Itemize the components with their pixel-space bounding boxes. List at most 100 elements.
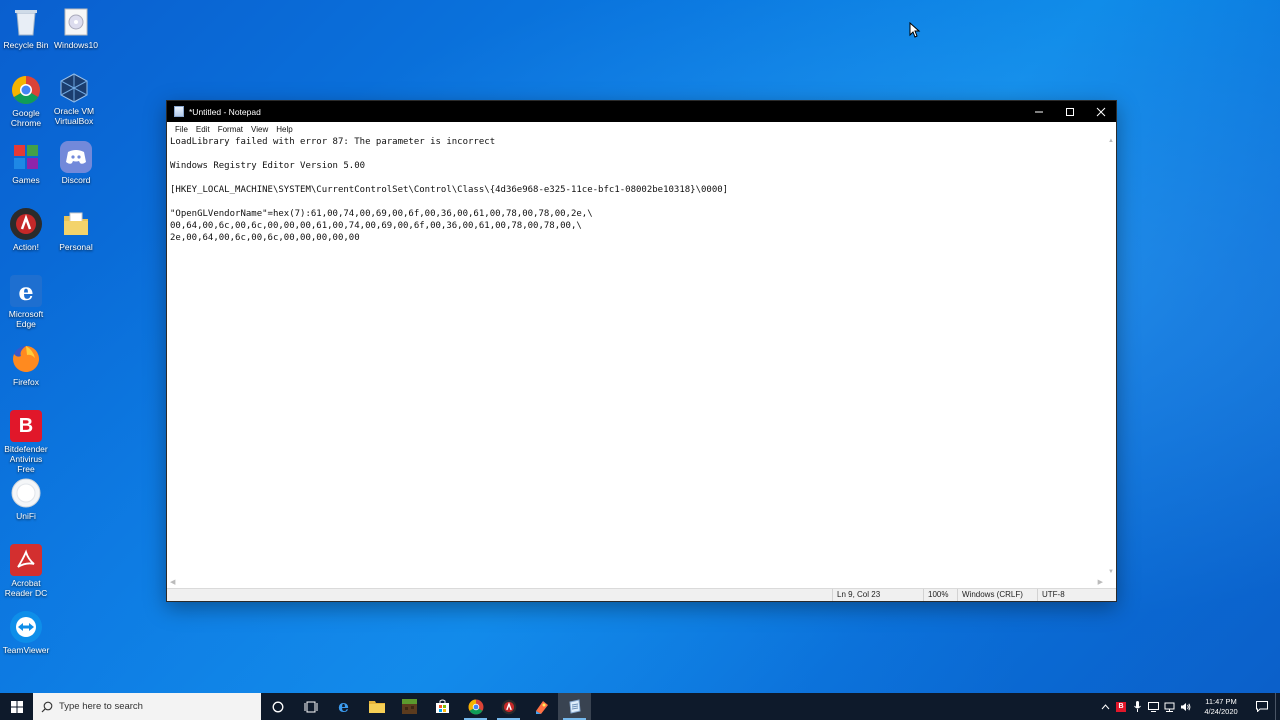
desktop-icon-label: Firefox bbox=[13, 377, 39, 387]
taskbar-action[interactable] bbox=[492, 693, 525, 720]
editor-line: 2e,00,64,00,6c,00,6c,00,00,00,00,00 bbox=[170, 233, 360, 243]
scroll-right-icon[interactable]: ▶ bbox=[1098, 578, 1103, 586]
tray-bitdefender[interactable]: B bbox=[1113, 693, 1129, 720]
notification-icon bbox=[1256, 701, 1268, 712]
cortana-icon bbox=[272, 701, 283, 712]
task-view-button[interactable] bbox=[294, 693, 327, 720]
tray-microphone[interactable] bbox=[1129, 693, 1145, 720]
editor-line: LoadLibrary failed with error 87: The pa… bbox=[170, 137, 496, 147]
action-recorder-icon bbox=[501, 699, 516, 714]
taskbar-store[interactable] bbox=[426, 693, 459, 720]
desktop-icon-microsoft-edge[interactable]: e Microsoft Edge bbox=[0, 275, 52, 329]
action-recorder-icon bbox=[10, 208, 42, 240]
tray-display[interactable] bbox=[1145, 693, 1161, 720]
desktop-icon-label: Windows10 bbox=[54, 40, 98, 50]
bitdefender-icon: B bbox=[10, 410, 42, 442]
close-button[interactable] bbox=[1085, 101, 1116, 122]
microphone-icon bbox=[1133, 701, 1141, 712]
desktop-icon-label: Action! bbox=[13, 242, 39, 252]
taskbar-paint[interactable] bbox=[525, 693, 558, 720]
desktop-icon-label: Bitdefender Antivirus Free bbox=[4, 444, 48, 474]
desktop-icon-label: Discord bbox=[61, 175, 91, 185]
desktop-icon-windows10[interactable]: Windows10 bbox=[50, 6, 102, 50]
vertical-scrollbar[interactable]: ▲ ▼ bbox=[1106, 136, 1116, 577]
taskbar-chrome[interactable] bbox=[459, 693, 492, 720]
tray-volume[interactable] bbox=[1177, 693, 1193, 720]
desktop-icon-bitdefender[interactable]: B Bitdefender Antivirus Free bbox=[0, 410, 52, 474]
zoom-level: 100% bbox=[923, 589, 957, 601]
taskbar-clock[interactable]: 11:47 PM 4/24/2020 bbox=[1193, 697, 1249, 717]
firefox-icon bbox=[10, 343, 42, 375]
editor-line: [HKEY_LOCAL_MACHINE\SYSTEM\CurrentContro… bbox=[170, 185, 729, 195]
editor-line: 00,64,00,6c,00,6c,00,00,00,61,00,74,00,6… bbox=[170, 221, 582, 231]
start-button[interactable] bbox=[0, 693, 33, 720]
search-icon bbox=[41, 701, 53, 712]
menu-format[interactable]: Format bbox=[214, 125, 247, 134]
scroll-down-icon[interactable]: ▼ bbox=[1108, 569, 1114, 575]
chevron-up-icon bbox=[1101, 703, 1109, 709]
taskbar-search-box[interactable]: Type here to search bbox=[33, 693, 261, 720]
taskbar-notepad[interactable] bbox=[558, 693, 591, 720]
horizontal-scrollbar[interactable]: ◀ ▶ bbox=[167, 577, 1106, 588]
desktop-icon-label: Acrobat Reader DC bbox=[4, 578, 48, 598]
desktop-icon-action[interactable]: Action! bbox=[0, 208, 52, 252]
cursor-position: Ln 9, Col 23 bbox=[832, 589, 923, 601]
desktop-icon-unifi[interactable]: UniFi bbox=[0, 477, 52, 521]
text-editor[interactable]: LoadLibrary failed with error 87: The pa… bbox=[167, 136, 1106, 577]
action-center-button[interactable] bbox=[1249, 693, 1275, 720]
notepad-app-icon bbox=[174, 106, 184, 117]
network-icon bbox=[1164, 702, 1174, 712]
search-placeholder: Type here to search bbox=[59, 701, 143, 712]
disc-icon bbox=[60, 6, 92, 38]
maximize-button[interactable] bbox=[1054, 101, 1085, 122]
desktop-icon-discord[interactable]: Discord bbox=[50, 141, 102, 185]
desktop-icon-firefox[interactable]: Firefox bbox=[0, 343, 52, 387]
window-title: *Untitled - Notepad bbox=[189, 106, 261, 117]
desktop-icon-google-chrome[interactable]: Google Chrome bbox=[0, 74, 52, 128]
recycle-bin-icon bbox=[10, 6, 42, 38]
notepad-icon bbox=[569, 699, 581, 714]
minecraft-icon bbox=[402, 699, 417, 714]
taskbar-edge[interactable]: e bbox=[327, 693, 360, 720]
scroll-left-icon[interactable]: ◀ bbox=[170, 578, 175, 586]
tray-network[interactable] bbox=[1161, 693, 1177, 720]
store-icon bbox=[436, 699, 449, 713]
desktop-icon-recycle-bin[interactable]: Recycle Bin bbox=[0, 6, 52, 50]
volume-icon bbox=[1180, 702, 1190, 711]
desktop-icon-personal[interactable]: Personal bbox=[50, 208, 102, 252]
system-tray: B 11:47 PM 4/24/2020 bbox=[1097, 693, 1280, 720]
desktop-icon-virtualbox[interactable]: Oracle VM VirtualBox bbox=[48, 72, 100, 126]
close-icon bbox=[1096, 107, 1105, 116]
taskbar-file-explorer[interactable] bbox=[360, 693, 393, 720]
desktop-icon-label: UniFi bbox=[16, 511, 36, 521]
clock-time: 11:47 PM bbox=[1205, 696, 1237, 706]
task-view-icon bbox=[304, 701, 317, 712]
menu-bar: File Edit Format View Help bbox=[167, 122, 1116, 136]
bitdefender-icon: B bbox=[1116, 701, 1126, 712]
discord-icon bbox=[60, 141, 92, 173]
cortana-button[interactable] bbox=[261, 693, 294, 720]
desktop-icon-teamviewer[interactable]: TeamViewer bbox=[0, 611, 52, 655]
menu-edit[interactable]: Edit bbox=[192, 125, 214, 134]
acrobat-icon bbox=[10, 544, 42, 576]
menu-view[interactable]: View bbox=[247, 125, 272, 134]
scroll-up-icon[interactable]: ▲ bbox=[1108, 138, 1114, 144]
minimize-button[interactable] bbox=[1023, 101, 1054, 122]
menu-file[interactable]: File bbox=[171, 125, 192, 134]
desktop-icon-label: TeamViewer bbox=[2, 645, 50, 655]
show-desktop-button[interactable] bbox=[1275, 693, 1280, 720]
edge-icon: e bbox=[10, 275, 42, 307]
notepad-titlebar[interactable]: *Untitled - Notepad bbox=[167, 101, 1116, 122]
notepad-window[interactable]: *Untitled - Notepad File Edit Format Vie… bbox=[166, 100, 1117, 602]
taskbar-minecraft[interactable] bbox=[393, 693, 426, 720]
show-hidden-icons-button[interactable] bbox=[1097, 693, 1113, 720]
desktop-icon-games[interactable]: Games bbox=[0, 141, 52, 185]
paint-icon bbox=[535, 700, 548, 714]
unifi-icon bbox=[10, 477, 42, 509]
desktop-icon-acrobat[interactable]: Acrobat Reader DC bbox=[0, 544, 52, 598]
menu-help[interactable]: Help bbox=[272, 125, 296, 134]
edge-icon: e bbox=[338, 696, 349, 717]
